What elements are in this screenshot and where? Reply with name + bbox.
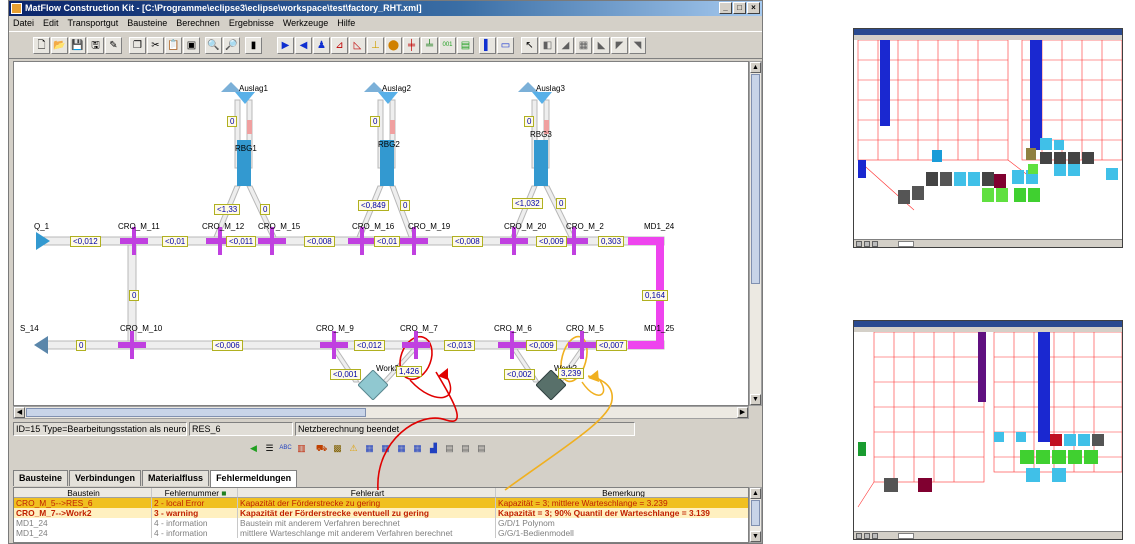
3d-view-top[interactable] bbox=[853, 28, 1123, 248]
3d-scene-bottom bbox=[857, 332, 1122, 508]
3d-top-btn3-icon[interactable] bbox=[872, 241, 878, 247]
3d-view-bottom[interactable] bbox=[853, 320, 1123, 540]
3d-bottom-btn3-icon[interactable] bbox=[872, 533, 878, 539]
3d-top-btn2-icon[interactable] bbox=[864, 241, 870, 247]
3d-top-btn1-icon[interactable] bbox=[856, 241, 862, 247]
3d-bottom-btn1-icon[interactable] bbox=[856, 533, 862, 539]
3d-view-bottom-statusbar bbox=[854, 531, 1122, 539]
3d-bottom-btn2-icon[interactable] bbox=[864, 533, 870, 539]
3d-view-top-statusbar bbox=[854, 239, 1122, 247]
3d-scene-top bbox=[857, 40, 1122, 211]
3d-top-field[interactable] bbox=[898, 241, 914, 247]
3d-bottom-field[interactable] bbox=[898, 533, 914, 539]
